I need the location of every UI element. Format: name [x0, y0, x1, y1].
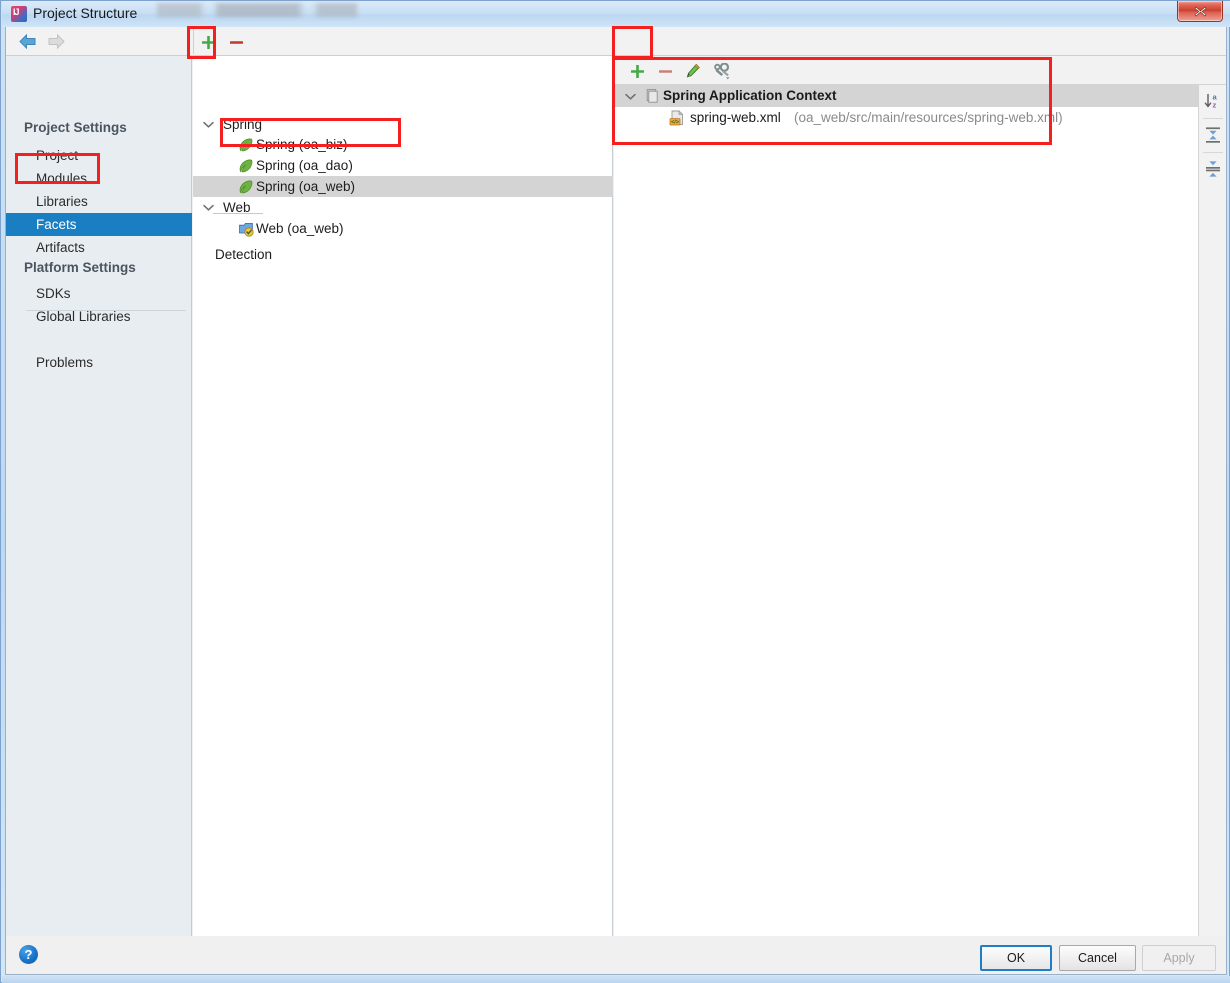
context-file-name: spring-web.xml [690, 110, 781, 125]
sort-alpha-icon[interactable]: a z [1202, 89, 1224, 113]
sidebar-item-project[interactable]: Project [6, 144, 192, 167]
web-facet-icon [238, 221, 254, 237]
spring-leaf-icon [238, 179, 254, 195]
remove-facet-button[interactable] [226, 32, 246, 52]
context-stack-icon [644, 88, 660, 104]
context-file-row[interactable]: </> spring-web.xml (oa_web/src/main/reso… [614, 107, 1198, 129]
tree-item-spring-oa-dao[interactable]: Spring (oa_dao) [193, 155, 613, 176]
tree-item-detection-label: Detection [215, 247, 273, 262]
tree-item-web-oa-web-label: Web (oa_web) [256, 221, 344, 236]
tree-item-web-oa-web[interactable]: Web (oa_web) [193, 218, 613, 239]
pencil-icon[interactable] [683, 61, 703, 81]
sidebar-item-libraries[interactable]: Libraries [6, 190, 192, 213]
tree-group-web-label: Web [223, 200, 251, 215]
spring-leaf-icon [238, 137, 254, 153]
xml-file-icon: </> [669, 110, 685, 126]
back-arrow-icon[interactable] [18, 33, 38, 50]
detail-toolbar [614, 56, 1226, 85]
expand-all-icon[interactable] [1202, 123, 1224, 147]
tree-group-spring-label: Spring [223, 117, 263, 132]
sidebar-item-facets[interactable]: Facets [6, 213, 192, 236]
context-file-path: (oa_web/src/main/resources/spring-web.xm… [794, 110, 1063, 125]
sidebar-item-artifacts[interactable]: Artifacts [6, 236, 192, 259]
svg-text:</>: </> [671, 120, 679, 126]
cancel-button[interactable]: Cancel [1059, 945, 1136, 971]
rail-separator-2 [1203, 152, 1223, 153]
intellij-idea-icon [11, 6, 27, 22]
collapse-all-icon[interactable] [1202, 157, 1224, 181]
detail-side-rail: a z [1198, 85, 1226, 936]
settings-sidebar: Project Settings Platform Settings Project… [6, 56, 192, 936]
close-icon[interactable] [1177, 1, 1223, 22]
context-header-label: Spring Application Context [663, 88, 837, 103]
tree-item-spring-oa-biz-label: Spring (oa_biz) [256, 137, 348, 152]
window-footer-strip [2, 976, 1230, 983]
add-context-button[interactable] [627, 61, 647, 81]
sidebar-item-problems[interactable]: Problems [6, 351, 192, 374]
tree-item-spring-oa-web-label: Spring (oa_web) [256, 179, 356, 194]
sidebar-section-1: Platform Settings [24, 260, 136, 275]
tree-group-spring[interactable]: Spring [193, 114, 613, 135]
spring-leaf-icon [238, 158, 254, 174]
facets-tree-panel[interactable]: Spring Spring (oa_biz) Spring (oa_dao) Spri… [193, 56, 613, 936]
help-icon[interactable]: ? [19, 945, 38, 964]
facet-detail-panel: Spring Application Context </> spring-we… [614, 56, 1226, 936]
add-facet-button[interactable] [198, 32, 218, 52]
title-bar: Project Structure [2, 1, 1230, 27]
sidebar-item-modules[interactable]: Modules [6, 167, 192, 190]
blurred-title-suffix [157, 3, 357, 17]
tree-item-spring-oa-dao-label: Spring (oa_dao) [256, 158, 353, 173]
sidebar-item-global-libraries[interactable]: Global Libraries [6, 305, 192, 328]
sidebar-section-0: Project Settings [24, 120, 127, 135]
ok-button[interactable]: OK [980, 945, 1052, 971]
remove-context-button [655, 61, 675, 81]
sidebar-item-sdks[interactable]: SDKs [6, 282, 192, 305]
forward-arrow-icon [46, 33, 66, 50]
wrench-icon[interactable] [711, 61, 733, 81]
tree-item-detection[interactable]: Detection [193, 244, 613, 265]
apply-button: Apply [1142, 945, 1216, 971]
tree-group-web[interactable]: Web [193, 197, 613, 218]
dialog-button-bar: OK Cancel Apply [6, 937, 1226, 973]
tree-item-spring-oa-biz[interactable]: Spring (oa_biz) [193, 134, 613, 155]
toolbar-separator-2 [613, 29, 614, 54]
window-title: Project Structure [33, 5, 138, 21]
svg-text:z: z [1213, 101, 1217, 110]
toolbar-separator-1 [193, 29, 194, 54]
dialog-body: Project Settings Platform Settings Project… [5, 27, 1227, 975]
chevron-down-icon[interactable] [201, 197, 215, 218]
rail-separator [1203, 118, 1223, 119]
chevron-down-icon[interactable] [201, 114, 215, 135]
project-structure-window: Project Structure [0, 0, 1230, 983]
top-toolbar [6, 27, 1226, 56]
context-header-row[interactable]: Spring Application Context [614, 85, 1198, 107]
tree-item-spring-oa-web[interactable]: Spring (oa_web) [193, 176, 613, 197]
chevron-down-icon[interactable] [622, 85, 638, 107]
